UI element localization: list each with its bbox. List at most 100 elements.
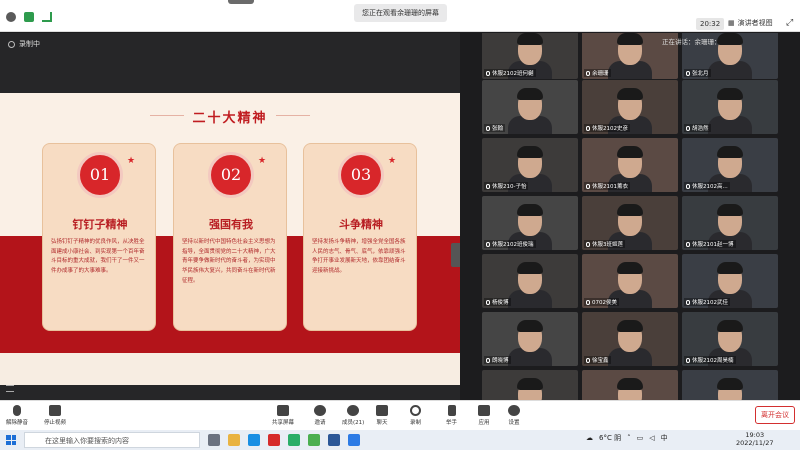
- chat-label: 聊天: [376, 420, 388, 426]
- participant-name: 休服2101薰衣: [592, 184, 628, 190]
- participant-tile[interactable]: 朗晓博: [482, 312, 578, 366]
- meeting-app-icon[interactable]: [348, 434, 360, 446]
- participant-tile[interactable]: 休服2101薰衣: [582, 138, 678, 192]
- share-screen-button[interactable]: 共享屏幕: [272, 405, 294, 426]
- drag-handle[interactable]: [228, 0, 254, 4]
- windows-start-icon[interactable]: [6, 435, 16, 445]
- clock-time: 19:03: [745, 431, 765, 439]
- participant-hair: [717, 378, 743, 390]
- mic-icon: [586, 183, 590, 189]
- participant-hair: [617, 88, 643, 100]
- edge-icon[interactable]: [248, 434, 260, 446]
- invite-icon: [314, 405, 326, 416]
- stop-video-button[interactable]: 停止视频: [44, 405, 66, 426]
- shared-screen: 录制中 二十大精神 01 ★ 钉钉子精神 弘扬钉钉子精神的优良作风，从决胜全面建…: [0, 33, 460, 400]
- mic-icon: [586, 125, 590, 131]
- mic-icon: [486, 183, 490, 189]
- participant-tile[interactable]: 休服2102史彦: [582, 80, 678, 134]
- view-switch-button[interactable]: ▦ 演讲者视图: [728, 18, 773, 28]
- raise-hand-button[interactable]: 举手: [446, 405, 457, 426]
- participant-hair: [717, 320, 743, 332]
- slide-card-2: 02 ★ 强国有我 坚持以新时代中国特色社会主义思想为指导，全面贯彻党的二十大精…: [173, 143, 287, 331]
- slide-card-1: 01 ★ 钉钉子精神 弘扬钉钉子精神的优良作风，从决胜全面建成小康社会、到实现第…: [42, 143, 156, 331]
- mute-button[interactable]: 解除静音: [6, 405, 28, 426]
- participant-tile[interactable]: 休服3班姬莲: [582, 196, 678, 250]
- signal-icon[interactable]: [42, 12, 52, 22]
- mic-icon: [586, 299, 590, 305]
- leave-meeting-button[interactable]: 离开会议: [755, 406, 795, 424]
- apps-button[interactable]: 应用: [478, 405, 490, 426]
- participant-name-tag: 余珊珊: [584, 69, 611, 77]
- participant-tile[interactable]: 休服2101赵一博: [682, 196, 778, 250]
- tray-arrow-icon[interactable]: ˄: [627, 434, 631, 442]
- participant-name: 张翰: [492, 126, 504, 132]
- network-icon[interactable]: ▭: [637, 434, 644, 442]
- gear-icon: [508, 405, 520, 416]
- participant-tile[interactable]: 休服2102班俊瑞: [482, 196, 578, 250]
- participant-tile[interactable]: 休服210-子怡: [482, 138, 578, 192]
- weather-icon[interactable]: ☁: [586, 434, 593, 442]
- weather-text[interactable]: 6°C 阴: [599, 433, 621, 443]
- mic-icon: [686, 183, 690, 189]
- wps-icon[interactable]: [268, 434, 280, 446]
- participant-tile[interactable]: 休服2102武佳: [682, 254, 778, 308]
- participant-hair: [617, 262, 643, 274]
- settings-button[interactable]: 设置: [508, 405, 520, 426]
- star-icon: ★: [127, 156, 136, 166]
- card-body: 弘扬钉钉子精神的优良作风，从决胜全面建成小康社会、到实现第一个百年奋斗目标的重大…: [51, 239, 145, 274]
- meeting-toolbar: 解除静音 停止视频 共享屏幕 邀请 成员(21) 聊天 录制 举手 应用 设置: [0, 400, 800, 430]
- participant-tile[interactable]: [682, 370, 778, 400]
- mic-icon: [686, 70, 690, 76]
- participant-name: 休服3班姬莲: [592, 242, 623, 248]
- list-icon[interactable]: [6, 385, 14, 392]
- mic-icon: [586, 70, 590, 76]
- participant-tile[interactable]: 杨俊博: [482, 254, 578, 308]
- participant-tile[interactable]: 张翰: [482, 80, 578, 134]
- mic-icon: [686, 125, 690, 131]
- hand-icon: [447, 405, 456, 416]
- taskbar-search-input[interactable]: 在这里输入你要搜索的内容: [24, 432, 200, 448]
- participant-hair: [517, 320, 543, 332]
- chat-button[interactable]: 聊天: [376, 405, 388, 426]
- mic-icon: [486, 241, 490, 247]
- wechat-icon[interactable]: [288, 434, 300, 446]
- participant-name-tag: 休服3班姬莲: [584, 240, 625, 248]
- share-icon: [277, 405, 289, 416]
- mic-icon: [486, 299, 490, 305]
- chat-icon: [376, 405, 388, 416]
- participant-tile[interactable]: 休服2102周昊楠: [682, 312, 778, 366]
- participant-name-tag: 休服2102史彦: [584, 124, 630, 132]
- participant-tile[interactable]: [582, 370, 678, 400]
- slide-card-3: 03 ★ 斗争精神 坚持发扬斗争精神，增强全党全国各族人民的志气、骨气、底气，依…: [303, 143, 417, 331]
- invite-button[interactable]: 邀请: [314, 405, 326, 426]
- participant-hair: [617, 146, 643, 158]
- participant-hair: [517, 204, 543, 216]
- participant-tile[interactable]: 胡浩然: [682, 80, 778, 134]
- task-view-icon[interactable]: [208, 434, 220, 446]
- taskbar-clock[interactable]: 19:03 2022/11/27: [736, 431, 773, 448]
- shield-icon[interactable]: [24, 12, 34, 22]
- participant-name-tag: 徐宝鑫: [584, 356, 611, 364]
- participant-tile[interactable]: 休服2102高...: [682, 138, 778, 192]
- volume-icon[interactable]: ◁: [649, 434, 654, 442]
- app-icon[interactable]: [308, 434, 320, 446]
- participant-tile[interactable]: 0702侯美: [582, 254, 678, 308]
- participant-tile[interactable]: [482, 370, 578, 400]
- participant-tile[interactable]: 徐宝鑫: [582, 312, 678, 366]
- card-body: 坚持发扬斗争精神，增强全党全国各族人民的志气、骨气、底气，依靠顽强斗争打开事业发…: [312, 239, 406, 274]
- ime-indicator[interactable]: 中: [661, 433, 668, 443]
- participant-name-tag: 杨俊博: [484, 298, 511, 306]
- participant-hair: [517, 378, 543, 390]
- card-heading: 强国有我: [209, 218, 253, 231]
- explorer-icon[interactable]: [228, 434, 240, 446]
- sharing-title: 您正在观看余珊珊的屏幕: [354, 4, 447, 22]
- word-icon[interactable]: [328, 434, 340, 446]
- members-button[interactable]: 成员(21): [342, 405, 364, 426]
- participant-tile[interactable]: 休服2102班何樾: [482, 33, 578, 79]
- fullscreen-icon[interactable]: ⤢: [786, 18, 793, 28]
- collapse-panel-handle[interactable]: [451, 243, 460, 267]
- record-button[interactable]: 录制: [410, 405, 421, 426]
- info-icon[interactable]: [6, 12, 16, 22]
- taskbar-apps: [208, 434, 360, 446]
- settings-label: 设置: [508, 420, 520, 426]
